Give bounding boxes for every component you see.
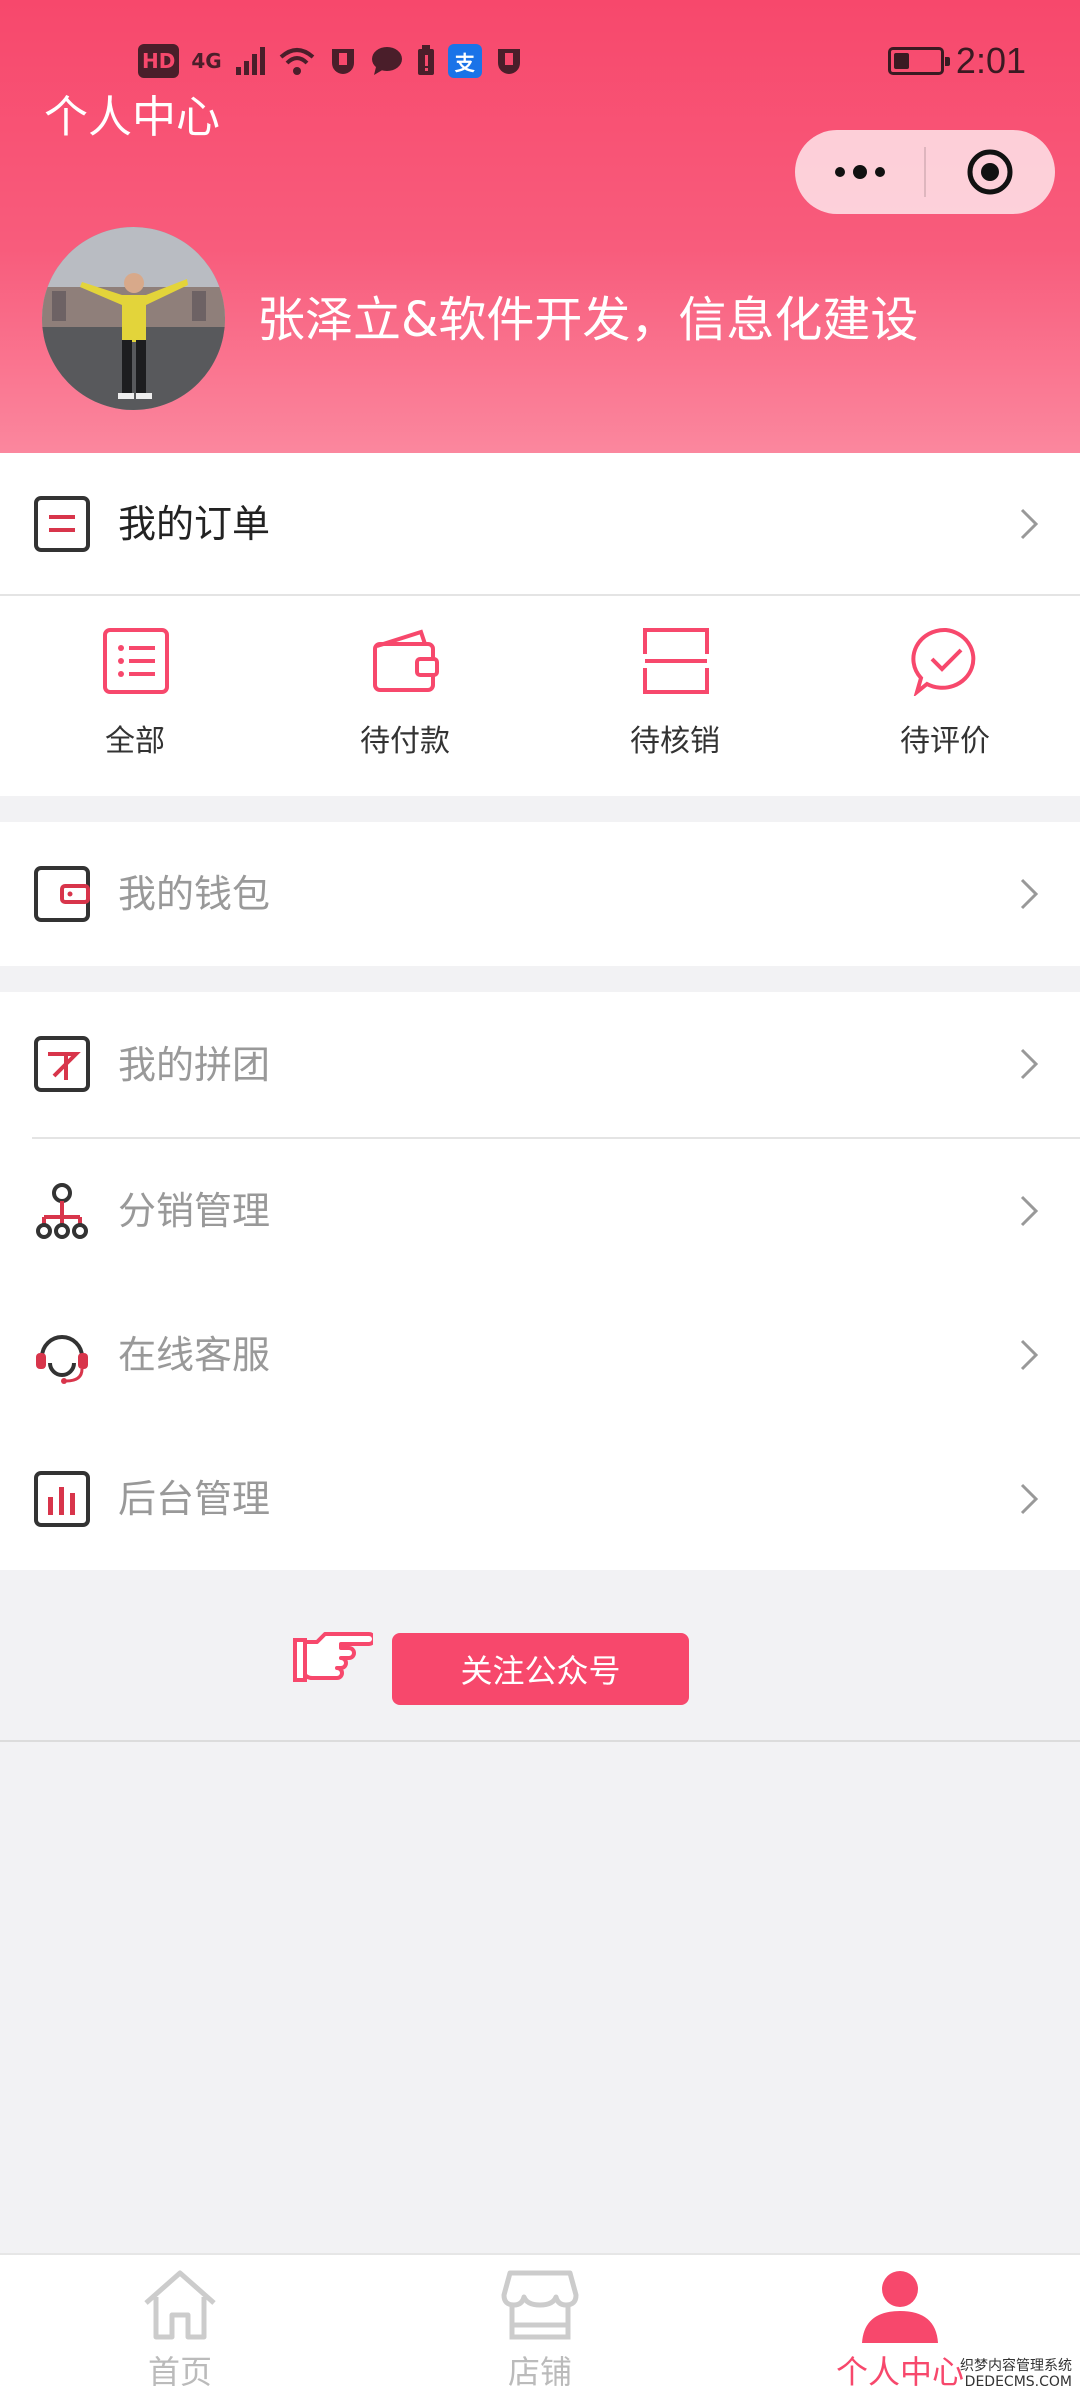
hd-icon: HD — [138, 44, 180, 78]
more-dots-icon — [834, 165, 885, 179]
order-tab-label: 待付款 — [360, 724, 450, 759]
menu-section: 我的拼团 分销管理 在线客服 后台管理 — [0, 992, 1080, 1570]
target-close-icon — [967, 149, 1013, 195]
list-icon — [103, 628, 169, 694]
my-orders-label: 我的订单 — [118, 502, 271, 546]
more-menu-button[interactable] — [795, 130, 924, 214]
distribution-icon — [32, 1181, 92, 1241]
group-buy-icon — [32, 1034, 92, 1094]
avatar[interactable] — [42, 227, 225, 410]
chat-bubble-icon — [371, 47, 402, 75]
battery-alert-icon — [417, 45, 434, 75]
tab-home[interactable]: 首页 — [0, 2255, 360, 2400]
tab-store[interactable]: 店铺 — [360, 2255, 720, 2400]
online-support-row[interactable]: 在线客服 — [0, 1283, 1080, 1427]
chevron-right-icon — [1020, 1048, 1039, 1080]
online-support-label: 在线客服 — [118, 1333, 271, 1377]
scan-icon — [643, 628, 709, 694]
distribution-label: 分销管理 — [118, 1189, 271, 1233]
signal-icon — [235, 47, 265, 75]
my-orders-row[interactable]: 我的订单 — [0, 453, 1080, 595]
admin-label: 后台管理 — [118, 1477, 271, 1521]
order-tab-label: 待核销 — [630, 724, 720, 759]
home-icon — [144, 2270, 216, 2340]
store-icon — [501, 2270, 579, 2340]
order-tab-to-verify[interactable]: 待核销 — [540, 596, 810, 794]
page-title: 个人中心 — [44, 92, 220, 143]
order-tab-to-review[interactable]: 待评价 — [810, 596, 1080, 794]
follow-official-account-button[interactable]: 关注公众号 — [392, 1633, 689, 1705]
network-type: 4G — [191, 49, 222, 73]
wallet-icon — [373, 629, 439, 692]
headset-icon — [32, 1325, 92, 1385]
status-time: 2:01 — [955, 40, 1026, 81]
avatar-photo — [42, 227, 225, 410]
order-tab-label: 待评价 — [900, 724, 990, 759]
status-bar: HD 4G 支 2:01 — [0, 40, 1080, 90]
admin-row[interactable]: 后台管理 — [0, 1427, 1080, 1570]
user-nickname: 张泽立&软件开发，信息化建设 — [257, 292, 919, 348]
distribution-row[interactable]: 分销管理 — [0, 1139, 1080, 1283]
watermark: 织梦内容管理系统 DEDECMS.COM — [960, 2358, 1072, 2390]
group-buy-row[interactable]: 我的拼团 — [0, 992, 1080, 1137]
chevron-right-icon — [1020, 878, 1039, 910]
close-mini-program-button[interactable] — [926, 130, 1055, 214]
profile-header: HD 4G 支 2:01 个人中心 张泽立&软件开发，信息化建设 — [0, 0, 1080, 453]
mini-program-capsule — [795, 130, 1055, 214]
order-tab-all[interactable]: 全部 — [0, 596, 270, 794]
user-icon — [862, 2271, 938, 2343]
tab-label: 首页 — [147, 2353, 212, 2391]
order-icon — [32, 494, 92, 554]
comment-check-icon — [911, 627, 976, 696]
pointing-hand-icon — [293, 1632, 373, 1682]
bottom-tab-bar: 首页 店铺 个人中心 织梦内容管理系统 DEDECMS.COM — [0, 2253, 1080, 2400]
watermark-line-1: 织梦内容管理系统 — [960, 2358, 1072, 2374]
status-right: 2:01 — [887, 40, 1026, 82]
chevron-right-icon — [1020, 1339, 1039, 1371]
my-wallet-row[interactable]: 我的钱包 — [0, 822, 1080, 966]
alipay-icon: 支 — [447, 44, 482, 78]
order-tab-label: 全部 — [105, 724, 165, 759]
battery-icon — [887, 47, 950, 75]
order-tab-unpaid[interactable]: 待付款 — [270, 596, 540, 794]
tab-label: 店铺 — [507, 2353, 572, 2391]
chevron-right-icon — [1020, 1195, 1039, 1227]
chevron-right-icon — [1020, 508, 1039, 540]
chevron-right-icon — [1020, 1483, 1039, 1515]
status-icons: HD 4G 支 — [138, 44, 524, 78]
app-notification-icon-2 — [497, 49, 520, 74]
app-notification-icon — [331, 49, 354, 74]
wifi-icon — [279, 48, 315, 75]
wallet-section: 我的钱包 — [0, 822, 1080, 966]
my-wallet-label: 我的钱包 — [118, 872, 271, 916]
group-buy-label: 我的拼团 — [118, 1043, 271, 1087]
watermark-line-2: DEDECMS.COM — [964, 2374, 1072, 2390]
bar-chart-icon — [32, 1469, 92, 1529]
follow-section: 关注公众号 — [0, 1570, 1080, 1742]
order-status-grid: 全部 待付款 待核销 待评价 — [0, 596, 1080, 794]
wallet-row-icon — [32, 864, 92, 924]
